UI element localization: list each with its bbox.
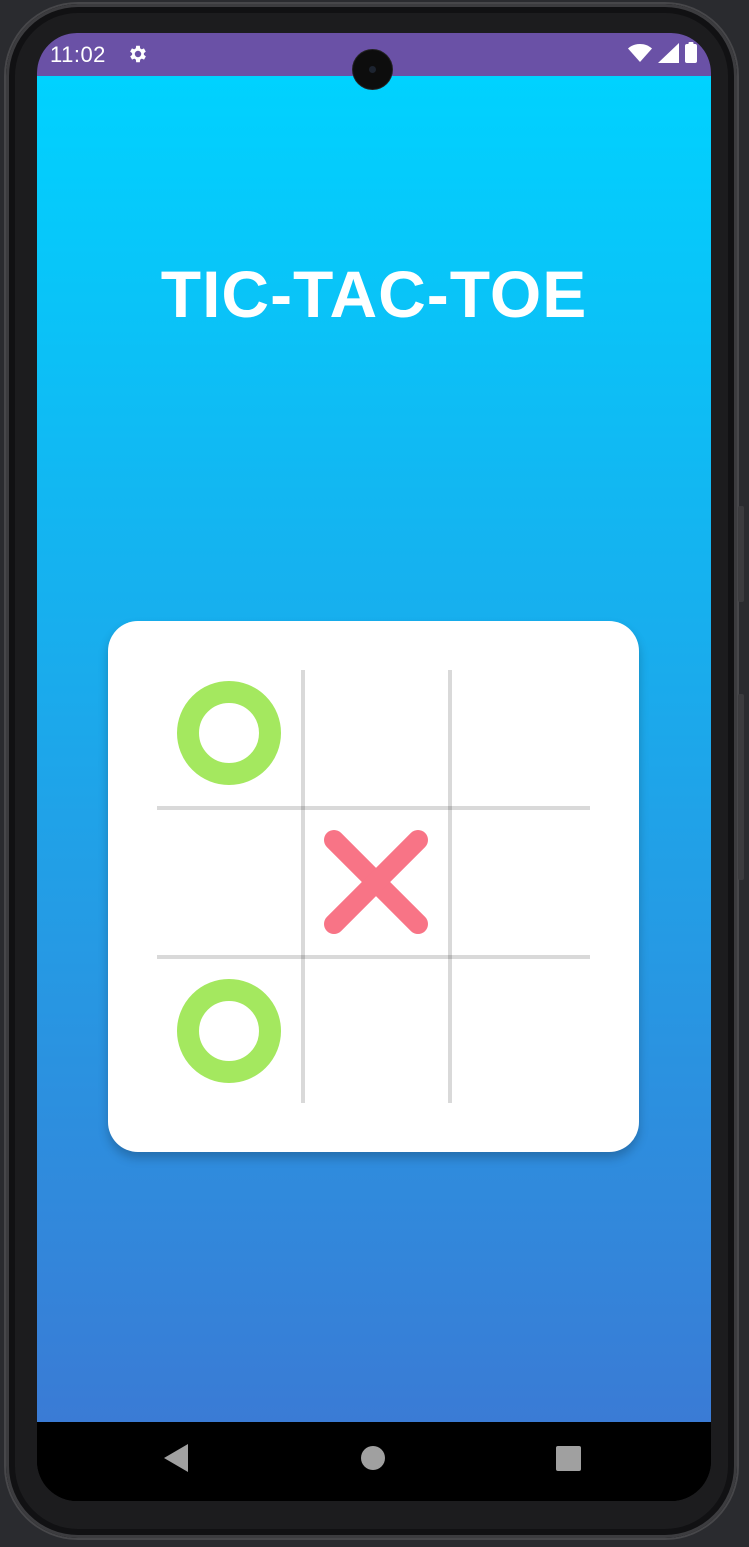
- board-cell-0-0[interactable]: [157, 661, 301, 805]
- status-time: 11:02: [50, 42, 106, 67]
- wifi-icon: [628, 43, 652, 68]
- board-cell-2-1[interactable]: [304, 959, 448, 1103]
- game-title: TIC-TAC-TOE: [160, 257, 588, 331]
- nav-recents-button[interactable]: [546, 1436, 590, 1480]
- board-cell-2-2[interactable]: [451, 959, 595, 1103]
- x-mark-icon: [324, 830, 428, 934]
- battery-icon: [685, 42, 697, 68]
- volume-rocker: [738, 694, 744, 880]
- recents-icon: [555, 1445, 581, 1471]
- settings-gear-icon: [127, 43, 149, 65]
- home-icon: [361, 1446, 385, 1470]
- board-cell-1-0[interactable]: [157, 810, 301, 954]
- front-camera: [353, 50, 392, 89]
- phone-frame: 11:02 TIC-TAC-TOE: [6, 4, 744, 1538]
- board-cell-1-2[interactable]: [451, 810, 595, 954]
- o-mark-icon: [177, 979, 281, 1083]
- board-card: [108, 621, 639, 1152]
- board-cell-2-0[interactable]: [157, 959, 301, 1103]
- board-cell-0-1[interactable]: [304, 661, 448, 805]
- board-cell-0-2[interactable]: [451, 661, 595, 805]
- back-icon: [164, 1444, 188, 1472]
- phone-screen: 11:02 TIC-TAC-TOE: [37, 33, 711, 1501]
- power-button: [738, 506, 744, 602]
- app-background: TIC-TAC-TOE: [37, 76, 711, 1422]
- o-mark-icon: [177, 681, 281, 785]
- cell-signal-icon: [658, 42, 679, 68]
- nav-back-button[interactable]: [155, 1436, 199, 1480]
- status-indicators: [628, 42, 697, 68]
- board-cell-1-1[interactable]: [304, 810, 448, 954]
- navigation-bar: [37, 1422, 711, 1501]
- nav-home-button[interactable]: [351, 1436, 395, 1480]
- game-board: [157, 670, 590, 1103]
